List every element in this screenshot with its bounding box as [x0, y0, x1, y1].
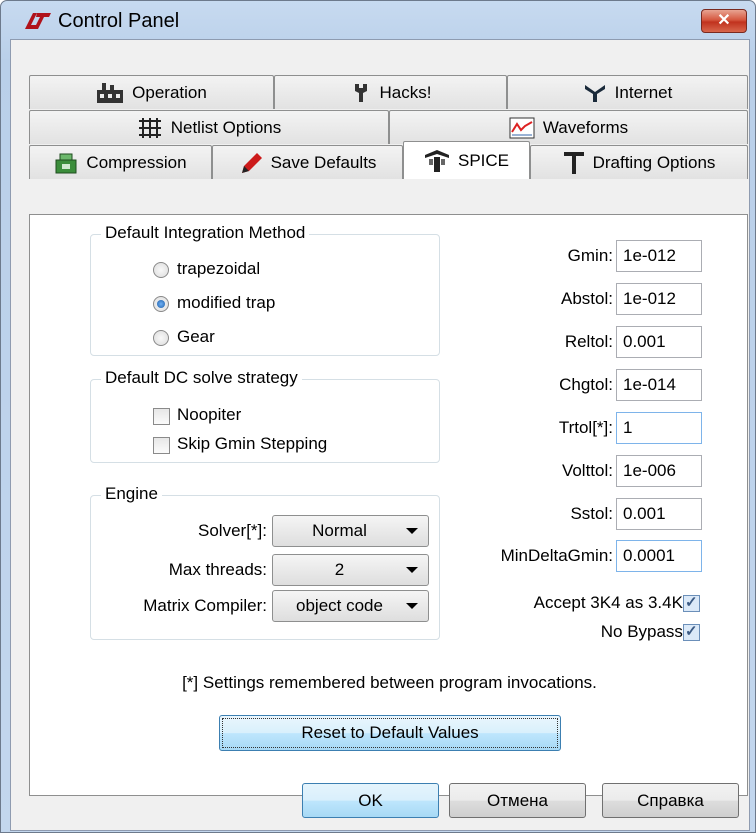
- trtol-label: Trtol[*]:: [558, 418, 613, 437]
- grid-icon: [138, 117, 161, 138]
- skip-gmin-stepping-checkbox[interactable]: [153, 437, 170, 454]
- select-value: Normal: [312, 521, 367, 540]
- radio-trapezoidal[interactable]: [153, 262, 169, 278]
- select-value: 2: [334, 560, 345, 579]
- gmin-label: Gmin:: [567, 246, 613, 265]
- t-square-icon: [563, 151, 584, 174]
- engine-group: Engine Solver[*]: Normal Max threads: 2 …: [90, 484, 440, 640]
- tab-operation[interactable]: Operation: [29, 75, 274, 109]
- solver-select[interactable]: Normal: [272, 515, 429, 547]
- tab-label: Drafting Options: [592, 152, 716, 172]
- tab-label: Waveforms: [542, 117, 629, 137]
- accept-3k4-label: Accept 3K4 as 3.4K[*]: [533, 593, 699, 612]
- matrix-compiler-select[interactable]: object code: [272, 590, 429, 622]
- no-bypass-checkbox[interactable]: [683, 622, 700, 641]
- volttol-label: Volttol:: [561, 461, 613, 480]
- mindeltagmin-label: MinDeltaGmin:: [500, 546, 613, 565]
- max-threads-label: Max threads:: [168, 560, 267, 579]
- tab-hacks[interactable]: Hacks!: [274, 75, 507, 109]
- max-threads-select[interactable]: 2: [272, 554, 429, 586]
- reltol-label: Reltol:: [564, 332, 613, 351]
- trtol-field[interactable]: 1: [616, 412, 702, 444]
- factory-icon: [97, 82, 124, 103]
- dc-solve-strategy-group: Default DC solve strategy Noopiter Skip …: [90, 368, 440, 463]
- chevron-down-icon: [406, 603, 418, 609]
- spice-icon: [424, 149, 449, 172]
- radio-modified-trap[interactable]: [153, 296, 169, 312]
- gmin-field[interactable]: 1e-012: [616, 240, 702, 272]
- sstol-label: Sstol:: [570, 504, 613, 523]
- ok-button[interactable]: OK: [302, 783, 439, 818]
- pencil-icon: [241, 152, 262, 173]
- tab-save-defaults[interactable]: Save Defaults: [212, 145, 403, 179]
- sstol-field[interactable]: 0.001: [616, 498, 702, 530]
- close-button[interactable]: ✕: [701, 9, 747, 33]
- waveform-icon: [509, 117, 535, 138]
- accept-3k4-checkbox[interactable]: [683, 593, 700, 612]
- tab-label: Operation: [132, 82, 207, 102]
- tab-label: Compression: [86, 152, 187, 172]
- abstol-label: Abstol:: [561, 289, 613, 308]
- checkbox-label: Noopiter: [177, 405, 242, 424]
- help-button[interactable]: Справка: [602, 783, 739, 818]
- select-value: object code: [296, 596, 383, 615]
- tab-spice[interactable]: SPICE: [403, 141, 530, 179]
- antenna-icon: [584, 84, 605, 102]
- dialog-client: Operation Hacks! Internet Netlist Option…: [10, 39, 750, 831]
- tab-label: Save Defaults: [270, 152, 377, 172]
- mindeltagmin-field[interactable]: 0.0001: [616, 540, 702, 572]
- group-title: Engine: [101, 484, 162, 504]
- chevron-down-icon: [406, 567, 418, 573]
- matrix-compiler-label: Matrix Compiler:: [143, 596, 267, 615]
- checkbox-label: Skip Gmin Stepping: [177, 434, 328, 453]
- window-title: Control Panel: [58, 10, 180, 32]
- noopiter-checkbox[interactable]: [153, 408, 170, 425]
- group-title: Default DC solve strategy: [101, 368, 302, 388]
- settings-note: [*] Settings remembered between program …: [182, 673, 597, 692]
- chgtol-field[interactable]: 1e-014: [616, 369, 702, 401]
- volttol-field[interactable]: 1e-006: [616, 455, 702, 487]
- tab-internet[interactable]: Internet: [507, 75, 748, 109]
- wrench-icon: [354, 83, 367, 102]
- reltol-field[interactable]: 0.001: [616, 326, 702, 358]
- tab-netlist-options[interactable]: Netlist Options: [29, 110, 389, 144]
- radio-label: Gear: [177, 327, 215, 346]
- radio-label: modified trap: [177, 293, 276, 312]
- lt-logo-icon: [25, 13, 51, 29]
- tab-label: SPICE: [457, 150, 510, 170]
- solver-label: Solver[*]:: [198, 521, 267, 540]
- integration-method-group: Default Integration Method trapezoidal m…: [90, 223, 440, 356]
- cancel-button[interactable]: Отмена: [449, 783, 586, 818]
- title-bar[interactable]: Control Panel ✕: [1, 1, 755, 41]
- chgtol-label: Chgtol:: [559, 375, 613, 394]
- reset-defaults-button[interactable]: Reset to Default Values: [219, 715, 561, 751]
- tab-label: Hacks!: [379, 82, 432, 102]
- spice-tab-page: Default Integration Method trapezoidal m…: [29, 214, 748, 796]
- tab-label: Internet: [614, 82, 673, 102]
- tab-label: Netlist Options: [170, 117, 282, 137]
- radio-gear[interactable]: [153, 330, 169, 346]
- tab-drafting-options[interactable]: Drafting Options: [530, 145, 748, 179]
- abstol-field[interactable]: 1e-012: [616, 283, 702, 315]
- chevron-down-icon: [406, 528, 418, 534]
- tab-waveforms[interactable]: Waveforms: [389, 110, 748, 144]
- radio-label: trapezoidal: [177, 259, 261, 278]
- compress-icon: [55, 153, 77, 173]
- group-title: Default Integration Method: [101, 223, 310, 243]
- control-panel-window: Control Panel ✕ Operation Hacks! Interne…: [0, 0, 756, 833]
- tab-compression[interactable]: Compression: [29, 145, 212, 179]
